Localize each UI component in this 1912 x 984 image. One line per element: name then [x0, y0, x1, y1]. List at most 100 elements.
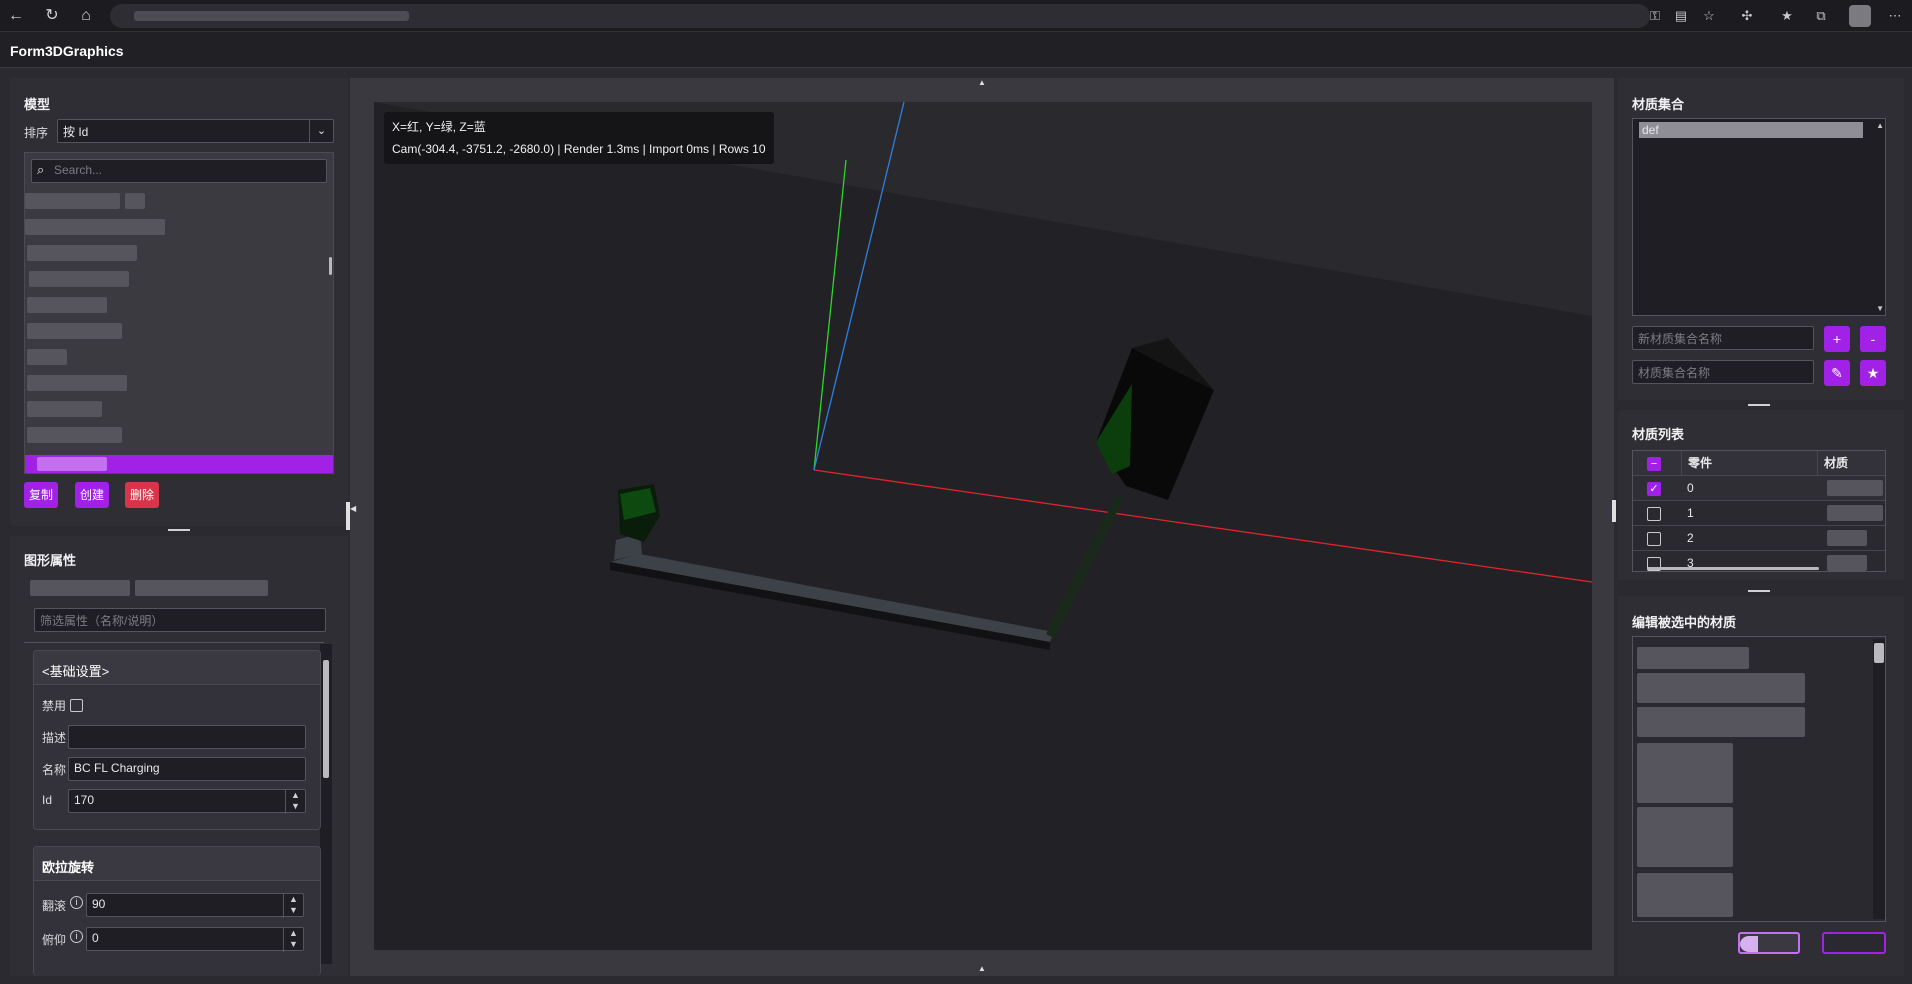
divider — [24, 642, 324, 643]
avatar[interactable] — [1849, 5, 1871, 27]
roll-stepper[interactable]: 90 ▲ ▼ — [86, 893, 304, 918]
info-icon[interactable]: i — [70, 930, 83, 943]
list-item[interactable] — [29, 271, 129, 287]
pitch-value: 0 — [92, 931, 99, 945]
edit-material-title: 编辑被选中的材质 — [1632, 615, 1737, 630]
right-splitter-1[interactable] — [1748, 404, 1770, 406]
row-material[interactable] — [1827, 480, 1883, 496]
editor-field[interactable] — [1637, 873, 1733, 917]
key-icon[interactable]: ⚿ — [1646, 7, 1664, 25]
row-material[interactable] — [1827, 505, 1883, 521]
extensions-icon[interactable]: ✣ — [1738, 7, 1756, 25]
table-row[interactable]: 2 — [1633, 526, 1885, 551]
camera-stats: Cam(-304.4, -3751.2, -2680.0) | Render 1… — [392, 142, 766, 156]
editor-scroll-thumb[interactable] — [1874, 643, 1884, 663]
editor-field[interactable] — [1637, 807, 1733, 867]
apply-button[interactable] — [1738, 932, 1800, 954]
name-field[interactable]: BC FL Charging — [68, 757, 306, 781]
remove-set-button[interactable]: - — [1860, 326, 1886, 352]
list-item[interactable] — [27, 401, 102, 417]
props-scrollbar[interactable] — [320, 644, 332, 964]
row-material[interactable] — [1827, 555, 1867, 571]
reset-button[interactable] — [1822, 932, 1886, 954]
home-icon[interactable]: ⌂ — [76, 6, 96, 26]
table-row[interactable]: 1 — [1633, 501, 1885, 526]
editor-field[interactable] — [1637, 647, 1749, 669]
search-input[interactable]: ⌕ Search... — [31, 159, 327, 183]
list-item[interactable] — [27, 375, 127, 391]
editor-field[interactable] — [1637, 673, 1805, 703]
row-checkbox[interactable] — [1647, 532, 1661, 546]
left-splitter[interactable] — [168, 529, 190, 531]
euler-header[interactable]: 欧拉旋转 — [34, 847, 320, 881]
add-set-button[interactable]: + — [1824, 326, 1850, 352]
list-item[interactable] — [27, 245, 137, 261]
set-default-star-icon[interactable]: ★ — [1860, 360, 1886, 386]
material-set-name-input[interactable]: 材质集合名称 — [1632, 360, 1814, 384]
info-icon[interactable]: i — [70, 896, 83, 909]
y-axis-line — [813, 159, 847, 471]
more-icon[interactable]: ⋯ — [1886, 7, 1904, 25]
stepper-arrows-icon[interactable]: ▲ ▼ — [283, 928, 303, 952]
stepper-arrows-icon[interactable]: ▲ ▼ — [283, 894, 303, 918]
props-scroll-thumb[interactable] — [323, 660, 329, 778]
reload-icon[interactable]: ↻ — [42, 6, 62, 26]
row-material[interactable] — [1827, 530, 1867, 546]
rename-pen-icon[interactable]: ✎ — [1824, 360, 1850, 386]
disabled-checkbox[interactable] — [70, 699, 83, 712]
right-resize-handle[interactable] — [1612, 500, 1616, 522]
table-hscrollbar[interactable] — [1647, 567, 1819, 570]
list-item[interactable] — [27, 427, 122, 443]
table-row[interactable]: ✓ 0 — [1633, 476, 1885, 501]
list-item[interactable] — [25, 193, 120, 209]
list-item[interactable] — [25, 219, 165, 235]
basic-settings-header[interactable]: <基础设置> — [34, 651, 320, 685]
scroll-up-icon[interactable]: ▲ — [1876, 121, 1884, 130]
list-scrollbar[interactable] — [329, 257, 332, 275]
material-set-item[interactable]: def — [1639, 122, 1863, 138]
desc-field[interactable] — [68, 725, 306, 749]
material-list-title: 材质列表 — [1632, 427, 1685, 442]
select-all-checkbox[interactable]: − — [1647, 457, 1661, 471]
row-checkbox[interactable] — [1647, 507, 1661, 521]
list-item[interactable] — [27, 323, 122, 339]
chevron-down-icon[interactable]: ⌄ — [309, 120, 333, 142]
new-material-set-input[interactable]: 新材质集合名称 — [1632, 326, 1814, 350]
rail-top — [610, 554, 1054, 642]
sort-select[interactable]: 按 Id ⌄ — [57, 119, 334, 143]
desc-label: 描述 — [42, 731, 67, 745]
right-splitter-2[interactable] — [1748, 590, 1770, 592]
copy-button[interactable]: 复制 — [24, 482, 58, 508]
reader-icon[interactable]: ▤ — [1672, 7, 1690, 25]
collapse-left-icon[interactable]: ◀ — [350, 504, 356, 513]
create-button[interactable]: 创建 — [75, 482, 109, 508]
stepper-arrows-icon[interactable]: ▲ ▼ — [285, 790, 305, 814]
favorite-star-icon[interactable]: ☆ — [1700, 7, 1718, 25]
editor-scrollbar[interactable] — [1873, 639, 1885, 919]
material-set-list: def ▲ ▼ — [1632, 118, 1886, 316]
sort-value: 按 Id — [63, 125, 89, 139]
filter-input[interactable]: 筛选属性（名称/说明） — [34, 608, 326, 632]
apply-icon — [1740, 936, 1758, 952]
selected-object-name — [30, 580, 130, 596]
3d-viewport[interactable]: X=红, Y=绿, Z=蓝 Cam(-304.4, -3751.2, -2680… — [374, 102, 1592, 950]
list-item[interactable] — [27, 349, 67, 365]
scroll-down-icon[interactable]: ▼ — [1876, 304, 1884, 313]
row-checkbox-checked[interactable]: ✓ — [1647, 482, 1661, 496]
pitch-stepper[interactable]: 0 ▲ ▼ — [86, 927, 304, 952]
screenshot-icon[interactable]: ⧉ — [1812, 7, 1830, 25]
list-item[interactable] — [125, 193, 145, 209]
address-bar[interactable] — [110, 4, 1650, 28]
list-item[interactable] — [27, 297, 107, 313]
collapse-top-icon[interactable]: ▲ — [978, 78, 986, 87]
back-icon[interactable]: ← — [6, 6, 26, 26]
favorites-icon[interactable]: ★ — [1778, 7, 1796, 25]
collapse-bottom-icon[interactable]: ▲ — [978, 964, 986, 973]
id-stepper[interactable]: 170 ▲ ▼ — [68, 789, 306, 814]
blurred-url — [134, 11, 409, 21]
editor-field[interactable] — [1637, 743, 1733, 803]
delete-button[interactable]: 删除 — [125, 482, 159, 508]
list-item-selected[interactable] — [25, 455, 333, 473]
editor-field[interactable] — [1637, 707, 1805, 737]
3d-scene[interactable] — [374, 102, 1592, 950]
